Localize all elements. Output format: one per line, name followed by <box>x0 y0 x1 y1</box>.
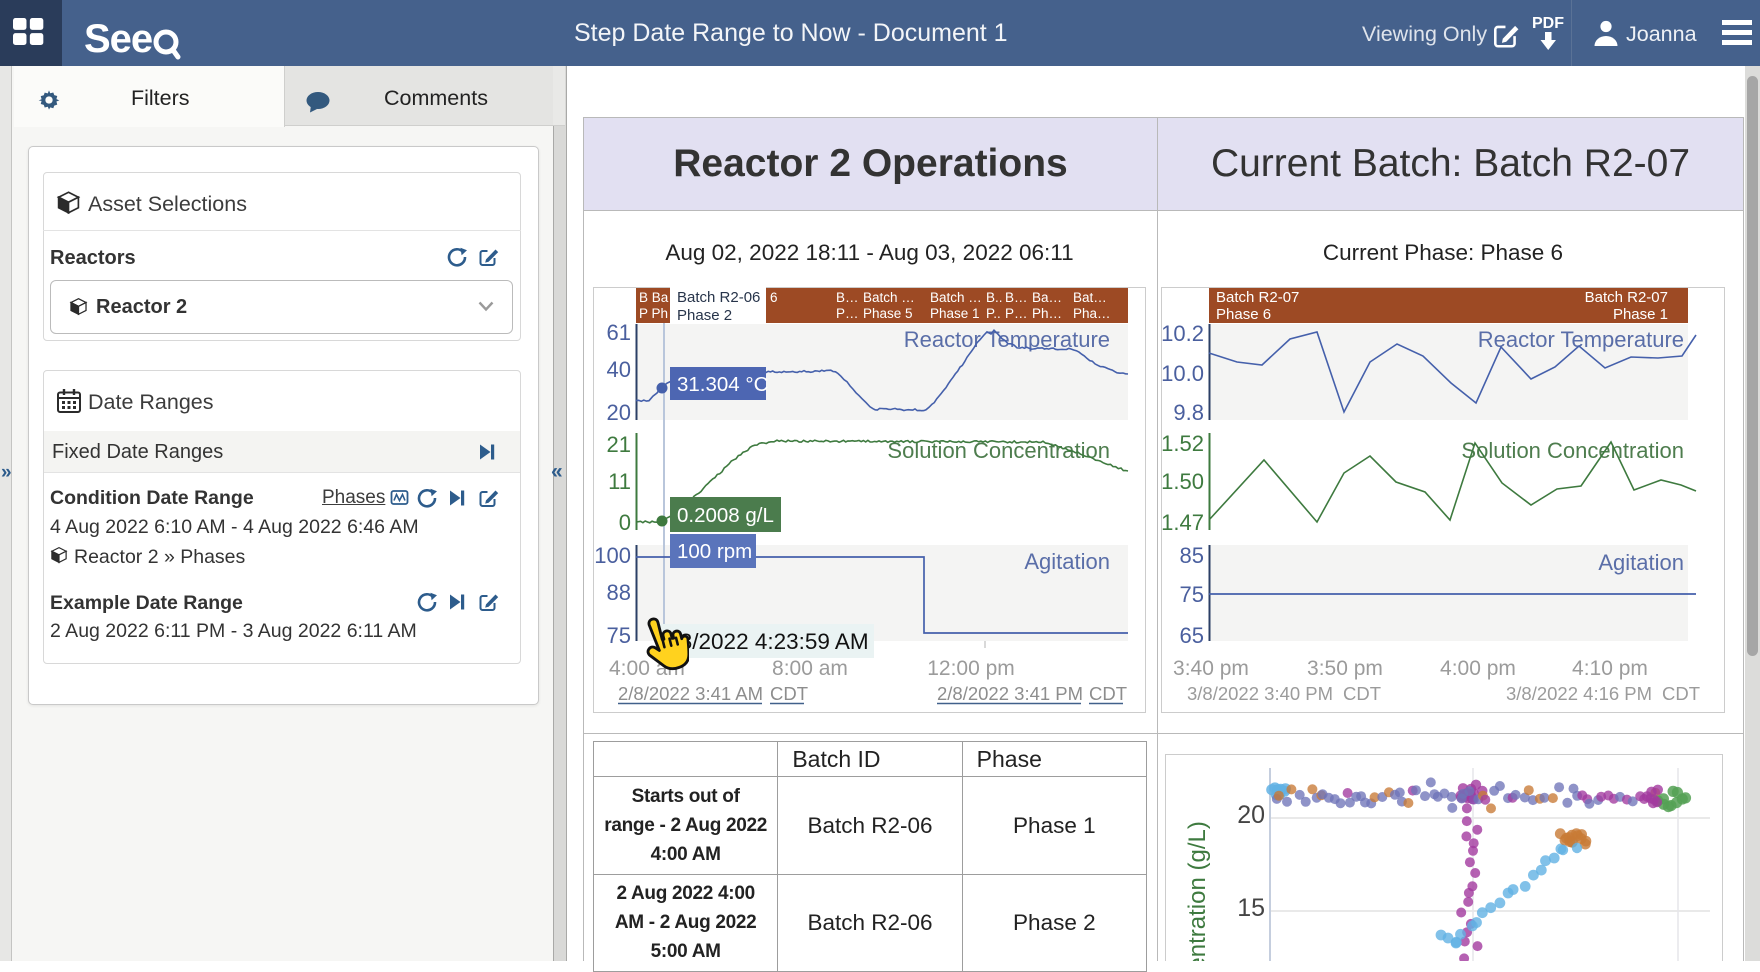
svg-text:6: 6 <box>770 290 778 305</box>
svg-text:20: 20 <box>607 400 631 425</box>
svg-text:CDT: CDT <box>1089 683 1127 704</box>
svg-text:75: 75 <box>607 623 631 648</box>
svg-text:88: 88 <box>607 580 631 605</box>
svg-text:Batch R2-07: Batch R2-07 <box>1585 289 1668 306</box>
svg-text:Batch R2-07: Batch R2-07 <box>1216 289 1299 306</box>
svg-text:CDT: CDT <box>1343 683 1381 704</box>
svg-text:Phase 1: Phase 1 <box>1613 306 1668 323</box>
svg-text:12:00 pm: 12:00 pm <box>927 657 1015 680</box>
svg-text:PDF: PDF <box>1532 15 1564 32</box>
svg-text:Ph…: Ph… <box>1032 306 1062 321</box>
svg-text:65: 65 <box>1180 623 1204 648</box>
svg-text:Solution Concentration (g/L): Solution Concentration (g/L) <box>1184 821 1211 961</box>
svg-text:31.304 °C: 31.304 °C <box>677 373 769 396</box>
svg-text:Batch …: Batch … <box>863 290 915 305</box>
svg-text:Bat…: Bat… <box>1073 290 1107 305</box>
svg-text:3:40 pm: 3:40 pm <box>1173 657 1249 680</box>
svg-text:8:00 am: 8:00 am <box>772 657 848 680</box>
svg-text:B…: B… <box>1005 290 1028 305</box>
svg-text:CDT: CDT <box>1662 683 1700 704</box>
svg-text:3/8/2022 3:40 PM: 3/8/2022 3:40 PM <box>1187 683 1333 704</box>
svg-text:0.2008 g/L: 0.2008 g/L <box>677 504 774 527</box>
svg-text:10.2: 10.2 <box>1161 321 1204 346</box>
svg-text:2/8/2022 3:41 AM: 2/8/2022 3:41 AM <box>618 683 763 704</box>
svg-text:1.52: 1.52 <box>1161 431 1204 456</box>
svg-text:85: 85 <box>1180 543 1204 568</box>
svg-text:10.0: 10.0 <box>1161 361 1204 386</box>
svg-text:0: 0 <box>619 510 631 535</box>
svg-text:P Ph: P Ph <box>639 306 668 321</box>
svg-text:Batch R2-06: Batch R2-06 <box>677 289 760 306</box>
svg-text:Agitation: Agitation <box>1598 550 1684 575</box>
svg-text:4:00 pm: 4:00 pm <box>1440 657 1516 680</box>
svg-text:15: 15 <box>1237 894 1265 922</box>
svg-text:CDT: CDT <box>770 683 808 704</box>
svg-text:B Ba: B Ba <box>639 290 669 305</box>
svg-text:9.8: 9.8 <box>1173 400 1204 425</box>
svg-text:Reactor Temperature: Reactor Temperature <box>904 327 1110 352</box>
svg-text:21: 21 <box>607 432 631 457</box>
svg-text:Batch …: Batch … <box>930 290 982 305</box>
svg-text:Agitation: Agitation <box>1024 549 1110 574</box>
svg-text:Pha…: Pha… <box>1073 306 1111 321</box>
svg-text:3:50 pm: 3:50 pm <box>1307 657 1383 680</box>
svg-text:Ba…: Ba… <box>1032 290 1062 305</box>
svg-text:1.50: 1.50 <box>1161 469 1204 494</box>
svg-text:2/8/2022 4:23:59 AM: 2/8/2022 4:23:59 AM <box>661 629 869 654</box>
svg-text:100: 100 <box>594 543 631 568</box>
svg-text:100 rpm: 100 rpm <box>677 540 752 563</box>
svg-text:Phase 5: Phase 5 <box>863 306 913 321</box>
svg-text:2/8/2022 3:41 PM: 2/8/2022 3:41 PM <box>937 683 1083 704</box>
svg-text:4:10 pm: 4:10 pm <box>1572 657 1648 680</box>
svg-text:11: 11 <box>608 469 631 494</box>
svg-text:P…: P… <box>836 306 859 321</box>
svg-text:P…: P… <box>1005 306 1028 321</box>
svg-text:Phase 1: Phase 1 <box>930 306 980 321</box>
svg-text:Phase 2: Phase 2 <box>677 307 732 324</box>
svg-text:B..: B.. <box>986 290 1003 305</box>
svg-text:See: See <box>84 17 152 60</box>
svg-text:1.47: 1.47 <box>1161 510 1204 535</box>
svg-text:40: 40 <box>607 357 631 382</box>
svg-text:61: 61 <box>607 320 631 345</box>
svg-text:3/8/2022 4:16 PM: 3/8/2022 4:16 PM <box>1506 683 1652 704</box>
svg-text:Solution Concentration: Solution Concentration <box>1461 438 1684 463</box>
svg-text:Phase 6: Phase 6 <box>1216 306 1271 323</box>
svg-text:75: 75 <box>1180 582 1204 607</box>
svg-text:20: 20 <box>1237 801 1265 829</box>
svg-text:B…: B… <box>836 290 859 305</box>
svg-text:P..: P.. <box>986 306 1001 321</box>
